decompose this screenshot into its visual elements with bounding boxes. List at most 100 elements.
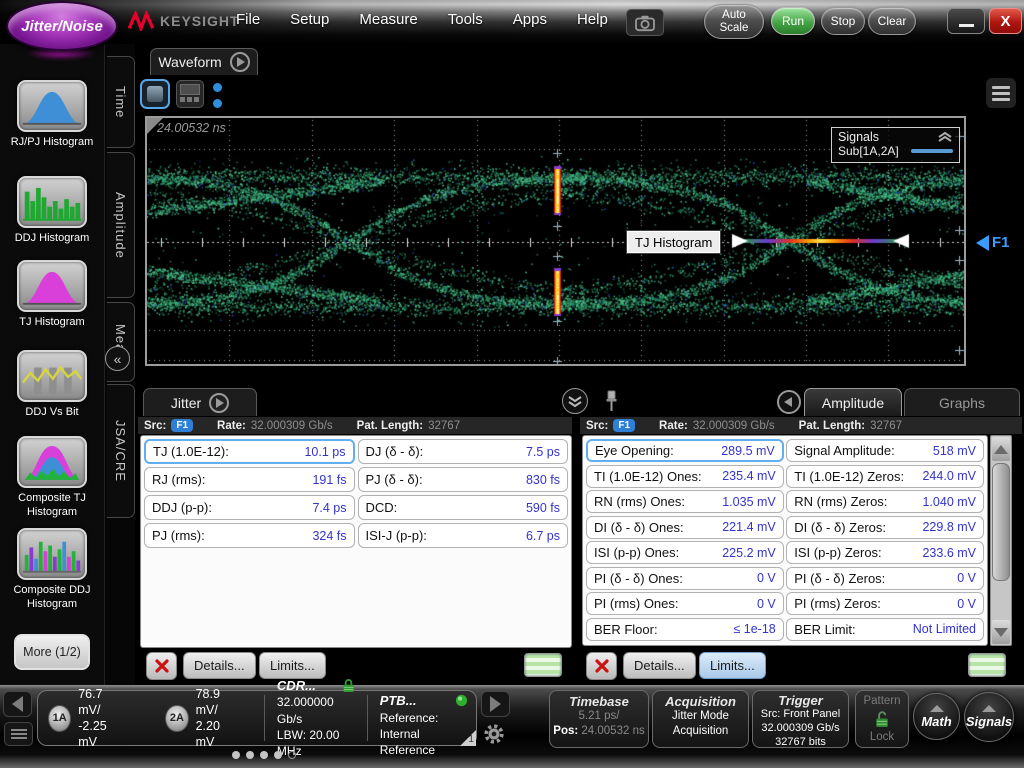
measurement-cell[interactable]: Signal Amplitude:518 mV: [786, 439, 984, 462]
measurement-cell[interactable]: PJ (δ - δ):830 fs: [358, 467, 569, 492]
pattern-lock-button[interactable]: Pattern Lock: [855, 690, 909, 748]
measurement-cell[interactable]: BER Floor:≤ 1e-18: [586, 618, 784, 641]
tab-time[interactable]: Time: [107, 56, 135, 148]
play-circle-icon[interactable]: [209, 393, 229, 413]
page-dot[interactable]: [246, 751, 254, 759]
measurement-cell[interactable]: Eye Opening:289.5 mV: [586, 439, 784, 462]
screenshot-button[interactable]: [626, 9, 664, 36]
measurement-cell[interactable]: TI (1.0E-12) Zeros:244.0 mV: [786, 465, 984, 488]
tj-histogram-marker-label[interactable]: TJ Histogram: [627, 231, 720, 253]
pane-options-menu[interactable]: [213, 83, 222, 108]
page-dot[interactable]: [232, 751, 240, 759]
measurement-cell[interactable]: DDJ (p-p):7.4 ps: [144, 495, 355, 520]
timebase-panel[interactable]: Timebase 5.21 ps/ Pos: 24.00532 ns: [549, 690, 649, 748]
measurement-cell[interactable]: PI (δ - δ) Zeros:0 V: [786, 567, 984, 590]
amplitude-back-button[interactable]: [777, 390, 801, 414]
panel-page-dots[interactable]: [232, 751, 296, 759]
graphs-panel-tab[interactable]: Graphs: [904, 388, 1020, 416]
close-button[interactable]: X: [989, 8, 1022, 34]
amplitude-details-button[interactable]: Details...: [623, 652, 696, 679]
math-button[interactable]: Math: [913, 693, 960, 740]
channel-2a-status[interactable]: 2A 78.9 mV/2.20 mV: [155, 686, 248, 751]
amplitude-table-scrollbar[interactable]: [990, 435, 1012, 646]
waveform-menu-button[interactable]: [986, 78, 1016, 108]
sidebar-item-tj-histogram[interactable]: TJ Histogram: [0, 260, 104, 330]
measurement-cell[interactable]: PI (δ - δ) Ones:0 V: [586, 567, 784, 590]
sidebar-collapse-button[interactable]: «: [105, 346, 130, 371]
multi-pane-layout-button[interactable]: [176, 80, 204, 108]
src-badge[interactable]: F1: [613, 419, 635, 432]
measurement-cell[interactable]: RN (rms) Ones:1.035 mV: [586, 490, 784, 513]
page-dot[interactable]: [260, 751, 268, 759]
measurement-cell[interactable]: PI (rms) Ones:0 V: [586, 592, 784, 615]
sidebar-item-composite-tj-histogram[interactable]: Composite TJ Histogram: [0, 436, 104, 520]
amplitude-delete-button[interactable]: [586, 652, 617, 680]
jitter-details-button[interactable]: Details...: [183, 652, 256, 679]
measurement-cell[interactable]: RJ (rms):191 fs: [144, 467, 355, 492]
scroll-panels-right-button[interactable]: [481, 691, 510, 717]
measurement-cell[interactable]: ISI-J (p-p):6.7 ps: [358, 523, 569, 548]
measurement-cell[interactable]: BER Limit:Not Limited: [786, 618, 984, 641]
run-button[interactable]: Run: [771, 7, 815, 35]
amplitude-limits-button[interactable]: Limits...: [699, 652, 766, 679]
measurement-cell[interactable]: TJ (1.0E-12):10.1 ps: [144, 439, 355, 464]
menu-apps[interactable]: Apps: [513, 11, 547, 28]
trigger-panel[interactable]: Trigger Src: Front Panel 32.000309 Gb/s …: [752, 690, 849, 748]
auto-scale-button[interactable]: AutoScale: [704, 4, 764, 39]
sidebar-item-ddj-vs-bit[interactable]: DDJ Vs Bit: [0, 350, 104, 420]
jitter-delete-button[interactable]: [146, 652, 177, 680]
signals-button[interactable]: Signals: [964, 692, 1014, 742]
play-circle-icon[interactable]: [230, 52, 250, 72]
measurement-cell[interactable]: PJ (rms):324 fs: [144, 523, 355, 548]
acquisition-panel[interactable]: Acquisition Jitter Mode Acquisition: [652, 690, 749, 748]
measurement-cell[interactable]: DI (δ - δ) Ones:221.4 mV: [586, 516, 784, 539]
clear-button[interactable]: Clear: [868, 7, 916, 35]
app-mode-badge[interactable]: Jitter/Noise: [6, 1, 118, 51]
tab-jsa-cre[interactable]: JSA/CRE: [107, 384, 135, 518]
minimize-button[interactable]: [947, 8, 985, 34]
tab-amplitude[interactable]: Amplitude: [107, 152, 135, 298]
stop-button[interactable]: Stop: [821, 7, 865, 35]
sidebar-item-composite-ddj-histogram[interactable]: Composite DDJ Histogram: [0, 528, 104, 612]
measurement-cell[interactable]: PI (rms) Zeros:0 V: [786, 592, 984, 615]
more-pages-button[interactable]: More (1/2): [14, 634, 90, 670]
eye-diagram-plot[interactable]: 24.00532 ns Signals Sub[1A,2A] TJ Histog…: [145, 116, 966, 366]
scroll-panels-left-button[interactable]: [3, 691, 32, 717]
measurement-cell[interactable]: DI (δ - δ) Zeros:229.8 mV: [786, 516, 984, 539]
f1-function-marker[interactable]: F1: [976, 234, 1010, 251]
chevron-up-double-icon[interactable]: [937, 131, 953, 143]
waveform-tab[interactable]: Waveform: [150, 48, 258, 75]
menu-measure[interactable]: Measure: [359, 11, 417, 28]
page-dot[interactable]: [274, 751, 282, 759]
measurement-cell[interactable]: ISI (p-p) Zeros:233.6 mV: [786, 541, 984, 564]
single-pane-layout-button[interactable]: [140, 79, 170, 109]
scrollbar-thumb[interactable]: [992, 463, 1010, 581]
menu-tools[interactable]: Tools: [448, 11, 483, 28]
menu-file[interactable]: File: [236, 11, 260, 28]
settings-gear-button[interactable]: [481, 721, 507, 747]
measurement-cell[interactable]: TI (1.0E-12) Ones:235.4 mV: [586, 465, 784, 488]
sidebar-item-rj-pj-histogram[interactable]: RJ/PJ Histogram: [0, 80, 104, 150]
scroll-up-button[interactable]: [992, 437, 1010, 461]
panel-collapse-button[interactable]: [562, 388, 588, 414]
channels-status-panel[interactable]: 1A 76.7 mV/-2.25 mV 2A 78.9 mV/2.20 mV C…: [37, 690, 477, 746]
menu-setup[interactable]: Setup: [290, 11, 329, 28]
channel-1a-status[interactable]: 1A 76.7 mV/-2.25 mV: [38, 686, 131, 751]
menu-help[interactable]: Help: [577, 11, 608, 28]
amplitude-panel-tab[interactable]: Amplitude: [804, 388, 902, 416]
measurement-cell[interactable]: ISI (p-p) Ones:225.2 mV: [586, 541, 784, 564]
sidebar-item-ddj-histogram[interactable]: DDJ Histogram: [0, 176, 104, 246]
jitter-panel-tab[interactable]: Jitter: [143, 388, 257, 416]
measurement-value: 191 fs: [312, 473, 346, 487]
src-badge[interactable]: F1: [171, 419, 193, 432]
panel-pin-button[interactable]: [604, 389, 619, 418]
scroll-down-button[interactable]: [992, 620, 1010, 644]
page-dot[interactable]: [288, 751, 296, 759]
signals-legend[interactable]: Signals Sub[1A,2A]: [831, 127, 960, 163]
measurement-cell[interactable]: DJ (δ - δ):7.5 ps: [358, 439, 569, 464]
panel-list-button[interactable]: [4, 722, 33, 746]
cdr-status[interactable]: CDR... 32.000000 Gb/sLBW: 20.00 MHz: [269, 675, 363, 761]
ptb-status[interactable]: PTB... Reference:Internal Reference 1: [372, 690, 476, 746]
measurement-cell[interactable]: RN (rms) Zeros:1.040 mV: [786, 490, 984, 513]
measurement-cell[interactable]: DCD:590 fs: [358, 495, 569, 520]
